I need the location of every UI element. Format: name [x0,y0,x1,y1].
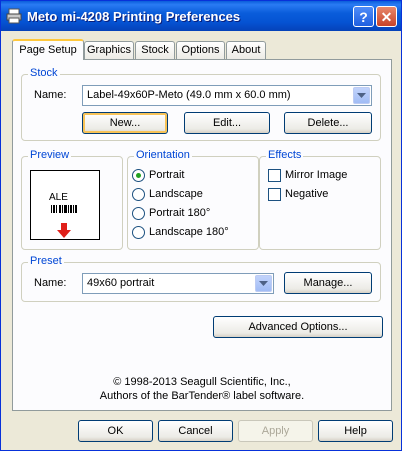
preset-name-value: 49x60 portrait [87,277,155,289]
copyright-line-1: © 1998-2013 Seagull Scientific, Inc., [113,376,291,388]
portrait-180-label[interactable]: Portrait 180° [149,207,210,219]
window-title: Meto mi-4208 Printing Preferences [27,9,241,24]
radio-selected-dot [136,173,141,178]
apply-button[interactable]: Apply [238,420,313,442]
preview-group: Preview ALE [21,149,123,250]
label-preview: ALE [30,170,100,240]
portrait-radio[interactable] [132,169,145,182]
feed-direction-arrow-icon [57,223,71,238]
preview-legend: Preview [28,149,72,161]
new-stock-button[interactable]: New... [82,112,168,134]
title-bar[interactable]: Meto mi-4208 Printing Preferences ? ✕ [1,1,401,31]
landscape-label[interactable]: Landscape [149,188,203,200]
copyright-line-2: Authors of the BarTender® label software… [99,390,305,402]
orientation-group: Orientation Portrait Landscape Portrait … [127,149,259,250]
mirror-image-label[interactable]: Mirror Image [285,169,347,181]
ok-button[interactable]: OK [78,420,153,442]
orientation-legend: Orientation [134,149,192,161]
advanced-options-button[interactable]: Advanced Options... [213,316,383,338]
stock-legend: Stock [28,67,60,79]
close-button[interactable]: ✕ [376,6,397,27]
stock-name-value: Label-49x60P-Meto (49.0 mm x 60.0 mm) [87,89,291,101]
edit-stock-button[interactable]: Edit... [184,112,270,134]
preset-name-label: Name: [34,277,67,289]
stock-name-label: Name: [34,89,67,101]
effects-group: Effects Mirror Image Negative [259,149,381,250]
page-setup-panel: Stock Name: Label-49x60P-Meto (49.0 mm x… [12,59,392,411]
negative-label[interactable]: Negative [285,188,328,200]
delete-stock-button[interactable]: Delete... [284,112,372,134]
barcode-icon [51,205,77,213]
landscape-180-label[interactable]: Landscape 180° [149,226,229,238]
negative-checkbox[interactable] [268,188,281,201]
portrait-180-radio[interactable] [132,207,145,220]
printing-preferences-window: Meto mi-4208 Printing Preferences ? ✕ Pa… [0,0,402,451]
stock-name-combo[interactable]: Label-49x60P-Meto (49.0 mm x 60.0 mm) [82,85,372,106]
effects-legend: Effects [266,149,304,161]
landscape-180-radio[interactable] [132,226,145,239]
preview-sample-text: ALE [49,192,68,203]
chevron-down-icon[interactable] [353,87,370,104]
preset-group: Preset Name: 49x60 portrait Manage... [21,255,381,302]
mirror-image-checkbox[interactable] [268,169,281,182]
help-button[interactable]: Help [318,420,393,442]
title-help-button[interactable]: ? [353,6,374,27]
manage-presets-button[interactable]: Manage... [284,272,372,294]
portrait-label[interactable]: Portrait [149,169,184,181]
tab-options[interactable]: Options [176,41,225,59]
tab-page-setup[interactable]: Page Setup [12,39,84,60]
preset-legend: Preset [28,255,64,267]
cancel-button[interactable]: Cancel [158,420,233,442]
tab-about[interactable]: About [226,41,266,59]
landscape-radio[interactable] [132,188,145,201]
printer-icon [6,8,22,24]
tab-stock[interactable]: Stock [135,41,175,59]
chevron-down-icon[interactable] [255,275,272,292]
stock-group: Stock Name: Label-49x60P-Meto (49.0 mm x… [21,67,381,141]
preset-name-combo[interactable]: 49x60 portrait [82,273,274,294]
tab-graphics[interactable]: Graphics [84,41,134,59]
